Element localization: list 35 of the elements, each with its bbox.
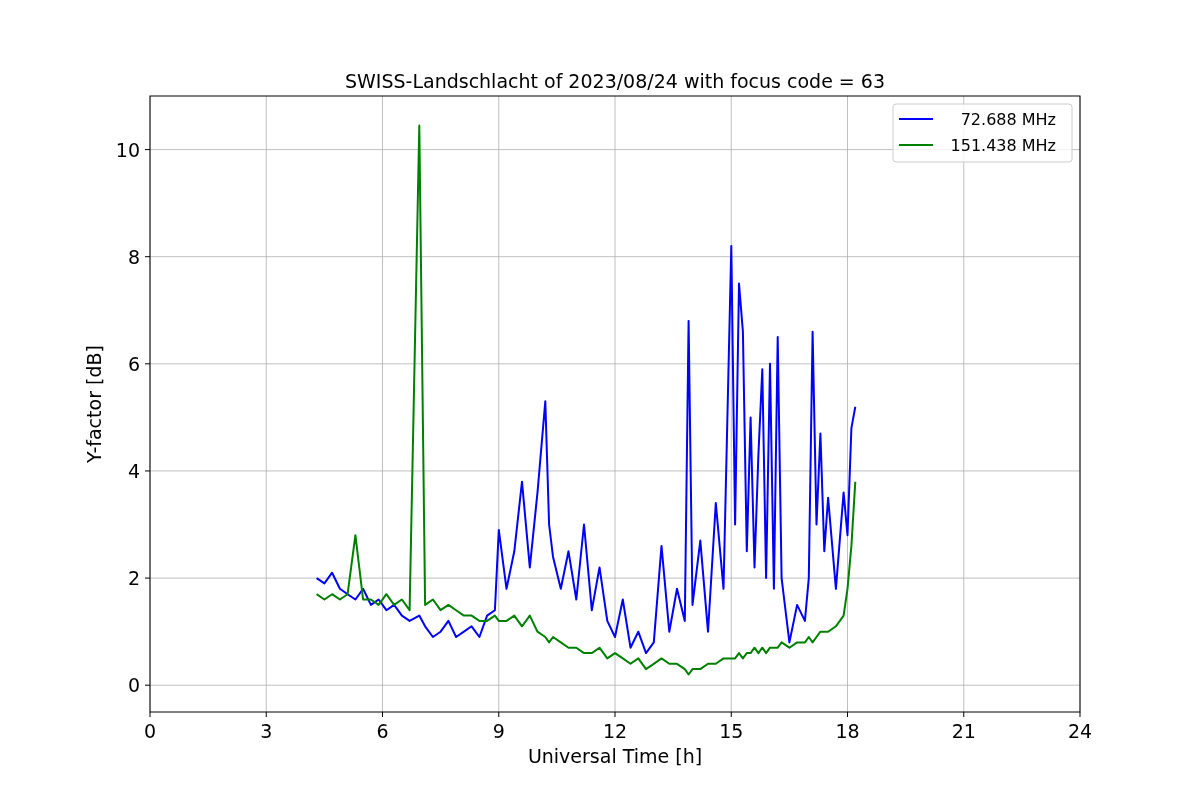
- tick-mark: [144, 363, 151, 365]
- tick-mark: [963, 711, 965, 718]
- x-tick-label: 3: [260, 720, 273, 742]
- tick-mark: [144, 577, 151, 579]
- x-tick-label: 9: [492, 720, 505, 742]
- tick-mark: [847, 711, 848, 718]
- x-tick-label: 24: [1067, 720, 1093, 742]
- x-tick-label: 0: [143, 720, 157, 742]
- tick-mark: [614, 711, 616, 718]
- tick-mark: [730, 711, 732, 718]
- tick-mark: [149, 711, 151, 718]
- tick-mark: [1079, 711, 1081, 718]
- x-tick-label: 12: [602, 720, 628, 742]
- tick-mark: [144, 256, 151, 258]
- chart-title: SWISS-Landschlacht of 2023/08/24 with focus code = 63: [345, 70, 885, 92]
- y-tick-label: 8: [127, 245, 140, 268]
- tick-mark: [144, 149, 151, 151]
- x-tick-label: 6: [376, 720, 389, 742]
- tick-mark: [498, 711, 500, 718]
- x-tick-label: 18: [835, 720, 860, 742]
- x-axis-label: Universal Time [h]: [527, 745, 703, 767]
- tick-mark: [144, 684, 151, 686]
- legend-label: 151.438 MHz: [950, 136, 1056, 155]
- tick-mark: [265, 711, 267, 718]
- y-tick-label: 6: [127, 352, 140, 375]
- y-tick-label: 10: [115, 138, 140, 161]
- tick-mark: [144, 470, 151, 472]
- y-tick-label: 4: [127, 459, 140, 482]
- y-tick-label: 0: [127, 674, 140, 697]
- y-tick-label: 2: [127, 567, 140, 590]
- legend-label: 72.688 MHz: [960, 110, 1056, 129]
- x-tick-label: 15: [719, 720, 744, 742]
- y-axis-label: Y-factor [dB]: [83, 345, 105, 463]
- tick-mark: [382, 711, 383, 718]
- x-tick-label: 21: [951, 720, 976, 742]
